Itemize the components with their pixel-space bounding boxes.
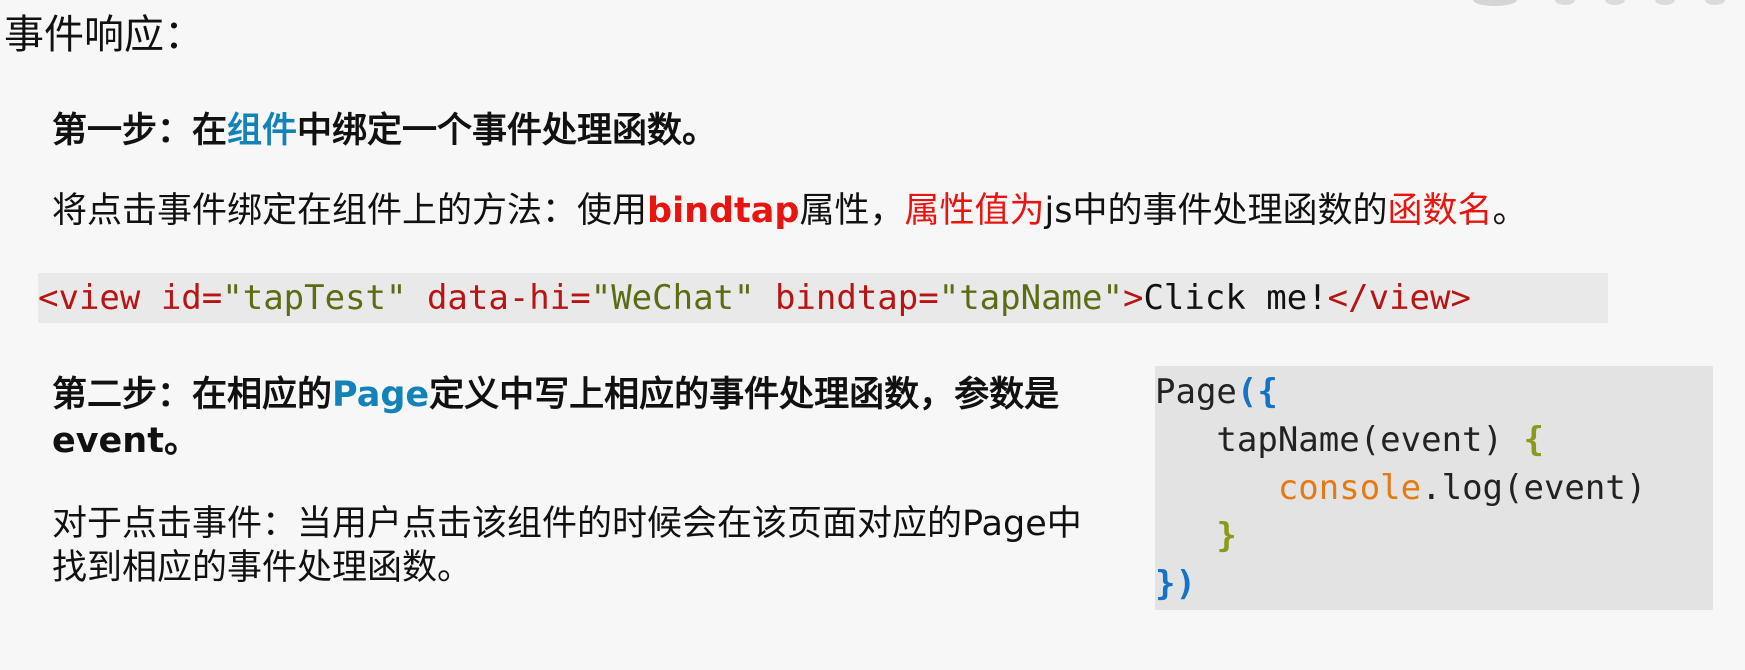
wxml-code-snippet: <view id="tapTest" data-hi="WeChat" bind… (38, 273, 1608, 323)
code-close-tag: </view> (1327, 278, 1471, 318)
js-indent (1155, 468, 1278, 508)
code-inner-text: Click me! (1143, 278, 1328, 318)
js-method-close-brace: } (1216, 516, 1237, 556)
js-open-brace: ({ (1236, 372, 1278, 412)
step-one-heading: 第一步：在组件中绑定一个事件处理函数。 (52, 108, 717, 154)
code-open-tag: <view (38, 278, 141, 318)
js-line-5: }) (1155, 560, 1713, 608)
corner-decoration (1473, 0, 1725, 6)
js-close-brace: }) (1155, 564, 1196, 604)
step-two-heading: 第二步：在相应的Page定义中写上相应的事件处理函数，参数是event。 (52, 372, 1092, 464)
js-page-call: Page (1155, 372, 1237, 412)
step-one-description: 将点击事件绑定在组件上的方法：使用bindtap属性，属性值为js中的事件处理函… (52, 188, 1527, 234)
code-gt: > (1122, 278, 1144, 318)
step-one-prefix: 第一步：在 (52, 111, 228, 151)
step-two-description: 对于点击事件：当用户点击该组件的时候会在该页面对应的Page中找到相应的事件处理… (52, 504, 1082, 588)
js-line-2: tapName(event) { (1155, 416, 1713, 464)
desc1-fn-name: 函数名 (1387, 191, 1493, 231)
desc1-part4: 。 (1492, 191, 1528, 231)
js-line-1: Page({ (1155, 368, 1713, 416)
desc1-part1: 将点击事件绑定在组件上的方法：使用 (52, 191, 648, 231)
js-indent (1155, 420, 1216, 460)
desc1-bindtap: bindtap (647, 191, 800, 231)
code-attr-bindtap: bindtap= (754, 278, 939, 318)
js-indent (1155, 516, 1216, 556)
code-val-id: "tapTest" (222, 278, 407, 318)
page-title: 事件响应： (4, 12, 204, 58)
js-method-open-brace: { (1523, 420, 1544, 460)
desc1-part3: js中的事件处理函数的 (1044, 191, 1388, 231)
js-console: console (1277, 468, 1422, 508)
code-val-data-hi: "WeChat" (590, 278, 755, 318)
code-attr-data-hi: data-hi= (406, 278, 591, 318)
step-two-prefix: 第二步：在相应的 (52, 375, 333, 415)
desc1-part2: 属性， (799, 191, 905, 231)
step-one-highlight: 组件 (227, 111, 298, 151)
code-val-bindtap: "tapName" (938, 278, 1123, 318)
code-attr-id: id= (140, 278, 223, 318)
js-line-3: console.log(event) (1155, 464, 1713, 512)
step-one-suffix: 中绑定一个事件处理函数。 (297, 111, 718, 151)
js-code-snippet: Page({ tapName(event) { console.log(even… (1155, 366, 1713, 610)
js-log-call: .log(event) (1421, 468, 1647, 508)
js-method-signature: tapName(event) (1216, 420, 1524, 460)
desc1-attr-value: 属性值为 (904, 191, 1045, 231)
step-two-highlight: Page (332, 375, 430, 415)
js-line-4: } (1155, 512, 1713, 560)
